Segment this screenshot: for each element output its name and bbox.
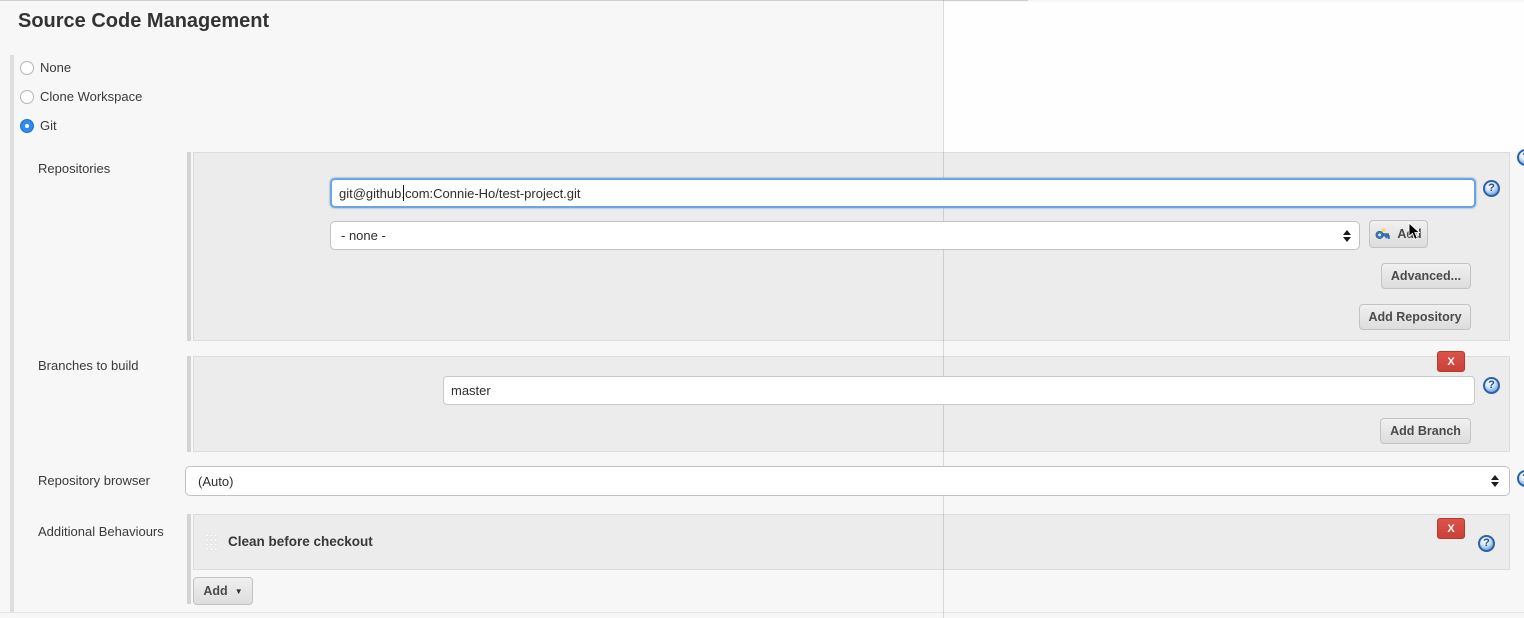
additional-behaviours-section-label: Additional Behaviours <box>38 524 164 539</box>
top-border <box>0 0 1028 1</box>
add-behaviour-label: Add <box>203 584 228 598</box>
help-icon[interactable]: ? <box>1483 180 1500 197</box>
repository-url-input[interactable] <box>330 178 1476 208</box>
repositories-indent-bar <box>187 152 191 341</box>
repository-browser-label: Repository browser <box>38 473 150 488</box>
text-caret <box>403 185 404 201</box>
mouse-cursor <box>1408 221 1421 246</box>
behaviours-section <box>193 514 1510 570</box>
credentials-selected-value: - none - <box>341 228 386 243</box>
behaviours-indent-bar <box>187 514 191 604</box>
section-indent-bar <box>10 55 14 612</box>
radio-clone-workspace[interactable] <box>20 90 34 104</box>
radio-none[interactable] <box>20 61 34 75</box>
add-repository-button[interactable]: Add Repository <box>1359 304 1471 330</box>
radio-git[interactable] <box>20 119 34 133</box>
key-icon <box>1375 227 1391 241</box>
help-icon[interactable]: ? <box>1517 149 1524 166</box>
branches-indent-bar <box>187 356 191 452</box>
delete-branch-button[interactable]: X <box>1437 351 1465 372</box>
scm-config-page: Source Code Management None Clone Worksp… <box>0 0 1524 618</box>
radio-none-label[interactable]: None <box>40 60 71 75</box>
repository-browser-selected-value: (Auto) <box>198 473 234 489</box>
help-icon[interactable]: ? <box>1517 470 1524 487</box>
behaviour-title: Clean before checkout <box>228 534 373 549</box>
branch-specifier-input[interactable] <box>443 376 1475 405</box>
column-divider <box>943 0 944 618</box>
radio-clone-workspace-label[interactable]: Clone Workspace <box>40 89 142 104</box>
drag-handle-icon[interactable] <box>205 533 218 552</box>
add-behaviour-button[interactable]: Add ▼ <box>193 577 253 605</box>
help-icon[interactable]: ? <box>1478 535 1495 552</box>
credentials-select[interactable]: - none - <box>330 221 1360 250</box>
select-spinner-icon <box>1343 229 1351 242</box>
add-branch-button[interactable]: Add Branch <box>1380 418 1471 444</box>
repository-browser-select[interactable]: (Auto) <box>185 466 1510 496</box>
help-icon[interactable]: ? <box>1483 377 1500 394</box>
section-bottom-border <box>0 612 1524 613</box>
radio-git-label[interactable]: Git <box>40 118 57 133</box>
repositories-section-label: Repositories <box>38 161 111 176</box>
page-title: Source Code Management <box>18 10 270 32</box>
right-column-panel <box>943 2 1524 152</box>
advanced-button[interactable]: Advanced... <box>1381 263 1471 289</box>
branches-section-label: Branches to build <box>38 358 139 373</box>
delete-behaviour-button[interactable]: X <box>1437 518 1465 539</box>
select-spinner-icon <box>1491 475 1499 487</box>
chevron-down-icon: ▼ <box>234 586 243 596</box>
